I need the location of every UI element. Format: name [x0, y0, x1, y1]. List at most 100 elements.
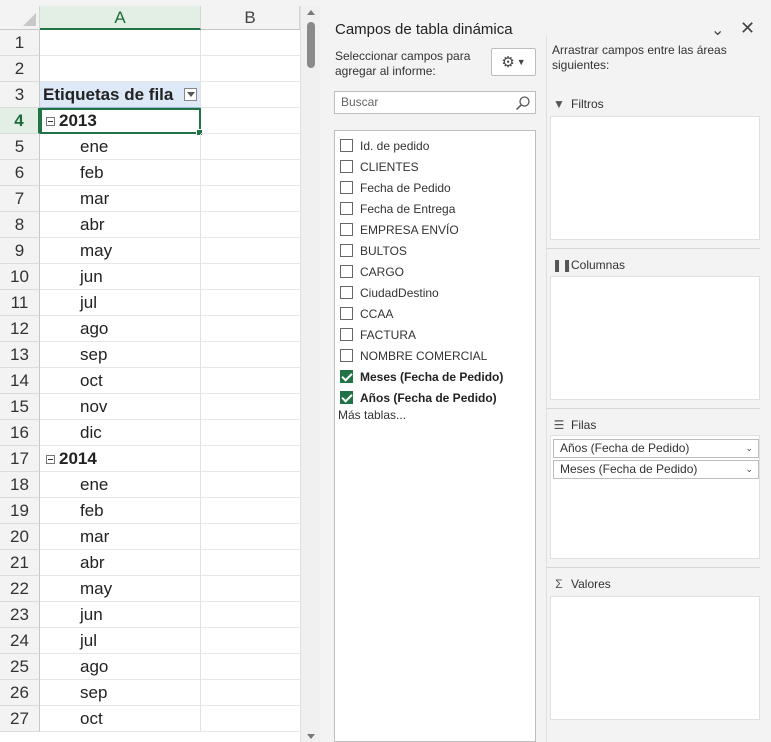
cell-b[interactable] — [201, 30, 300, 56]
row-header[interactable]: 22 — [0, 576, 40, 602]
checkbox-icon[interactable] — [340, 139, 353, 152]
cell-b[interactable] — [201, 524, 300, 550]
close-icon[interactable]: ✕ — [740, 18, 755, 39]
checkbox-icon[interactable] — [340, 181, 353, 194]
pivot-month-cell[interactable]: feb — [40, 498, 201, 524]
checkbox-icon[interactable] — [340, 160, 353, 173]
pivot-month-cell[interactable]: oct — [40, 368, 201, 394]
pivot-month-cell[interactable]: jun — [40, 264, 201, 290]
cell-b[interactable] — [201, 212, 300, 238]
row-header[interactable]: 14 — [0, 368, 40, 394]
rows-area-field[interactable]: Años (Fecha de Pedido) ⌄ — [553, 439, 759, 458]
cell-b[interactable] — [201, 576, 300, 602]
row-header[interactable]: 27 — [0, 706, 40, 732]
cell-b[interactable] — [201, 498, 300, 524]
row-header[interactable]: 2 — [0, 56, 40, 82]
pivot-month-cell[interactable]: may — [40, 576, 201, 602]
cell-b[interactable] — [201, 82, 300, 108]
cell-b[interactable] — [201, 420, 300, 446]
row-header[interactable]: 20 — [0, 524, 40, 550]
cell-a[interactable] — [40, 56, 201, 82]
scroll-thumb[interactable] — [307, 22, 315, 68]
field-item[interactable]: CLIENTES — [340, 157, 419, 177]
cell-b[interactable] — [201, 368, 300, 394]
field-item[interactable]: CiudadDestino — [340, 283, 439, 303]
rows-drop-area[interactable]: Años (Fecha de Pedido) ⌄ Meses (Fecha de P… — [550, 435, 760, 559]
field-item[interactable]: CCAA — [340, 304, 393, 324]
row-header[interactable]: 7 — [0, 186, 40, 212]
pivot-month-cell[interactable]: mar — [40, 524, 201, 550]
filters-drop-area[interactable] — [550, 116, 760, 240]
pivot-month-cell[interactable]: sep — [40, 342, 201, 368]
cell-b[interactable] — [201, 342, 300, 368]
checkbox-icon[interactable] — [340, 265, 353, 278]
row-header[interactable]: 9 — [0, 238, 40, 264]
cell-b[interactable] — [201, 160, 300, 186]
pivot-month-cell[interactable]: abr — [40, 550, 201, 576]
rows-area-field[interactable]: Meses (Fecha de Pedido) ⌄ — [553, 460, 759, 479]
row-header[interactable]: 5 — [0, 134, 40, 160]
row-header[interactable]: 8 — [0, 212, 40, 238]
field-item[interactable]: Fecha de Pedido — [340, 178, 451, 198]
pivot-year-cell[interactable]: 2013 — [40, 108, 203, 136]
pivot-year-cell[interactable]: 2014 — [40, 446, 201, 472]
cell-b[interactable] — [201, 290, 300, 316]
field-item[interactable]: FACTURA — [340, 325, 416, 345]
field-item[interactable]: Años (Fecha de Pedido) — [340, 388, 497, 408]
row-header[interactable]: 4 — [0, 108, 40, 134]
row-header[interactable]: 6 — [0, 160, 40, 186]
row-header[interactable]: 16 — [0, 420, 40, 446]
pivot-month-cell[interactable]: may — [40, 238, 201, 264]
chevron-down-icon[interactable]: ⌄ — [745, 440, 753, 457]
collapse-icon[interactable] — [46, 455, 55, 464]
pivot-month-cell[interactable]: abr — [40, 212, 201, 238]
checkbox-checked-icon[interactable] — [340, 391, 353, 404]
cell-b[interactable] — [201, 264, 300, 290]
field-item[interactable]: Fecha de Entrega — [340, 199, 455, 219]
checkbox-icon[interactable] — [340, 307, 353, 320]
scroll-down-arrow[interactable] — [307, 734, 315, 739]
pivot-row-labels-header[interactable]: Etiquetas de fila — [40, 82, 201, 108]
vertical-scrollbar[interactable] — [300, 6, 320, 742]
row-header[interactable]: 3 — [0, 82, 40, 108]
checkbox-icon[interactable] — [340, 349, 353, 362]
field-item[interactable]: CARGO — [340, 262, 404, 282]
pivot-month-cell[interactable]: mar — [40, 186, 201, 212]
cell-b[interactable] — [201, 108, 300, 134]
row-header[interactable]: 10 — [0, 264, 40, 290]
row-header[interactable]: 21 — [0, 550, 40, 576]
checkbox-icon[interactable] — [340, 202, 353, 215]
cell-b[interactable] — [201, 134, 300, 160]
select-all-corner[interactable] — [0, 6, 40, 30]
pivot-month-cell[interactable]: jul — [40, 628, 201, 654]
cell-b[interactable] — [201, 680, 300, 706]
checkbox-checked-icon[interactable] — [340, 370, 353, 383]
cell-b[interactable] — [201, 654, 300, 680]
pivot-month-cell[interactable]: feb — [40, 160, 201, 186]
row-header[interactable]: 13 — [0, 342, 40, 368]
row-header[interactable]: 11 — [0, 290, 40, 316]
scroll-up-arrow[interactable] — [307, 10, 315, 15]
cell-b[interactable] — [201, 316, 300, 342]
row-header[interactable]: 15 — [0, 394, 40, 420]
cell-b[interactable] — [201, 446, 300, 472]
cell-b[interactable] — [201, 56, 300, 82]
more-tables-link[interactable]: Más tablas... — [338, 408, 406, 422]
row-header[interactable]: 26 — [0, 680, 40, 706]
pivot-month-cell[interactable]: dic — [40, 420, 201, 446]
cell-b[interactable] — [201, 186, 300, 212]
search-input[interactable]: Buscar — [334, 91, 536, 114]
cell-b[interactable] — [201, 706, 300, 732]
row-header[interactable]: 12 — [0, 316, 40, 342]
checkbox-icon[interactable] — [340, 286, 353, 299]
pane-options-chevron-icon[interactable]: ⌄ — [711, 20, 724, 40]
filter-dropdown-icon[interactable] — [184, 88, 197, 101]
column-header-b[interactable]: B — [201, 6, 300, 30]
row-header[interactable]: 17 — [0, 446, 40, 472]
checkbox-icon[interactable] — [340, 328, 353, 341]
checkbox-icon[interactable] — [340, 223, 353, 236]
values-drop-area[interactable] — [550, 596, 760, 720]
cell-b[interactable] — [201, 238, 300, 264]
collapse-icon[interactable] — [46, 117, 55, 126]
pivot-month-cell[interactable]: ago — [40, 316, 201, 342]
